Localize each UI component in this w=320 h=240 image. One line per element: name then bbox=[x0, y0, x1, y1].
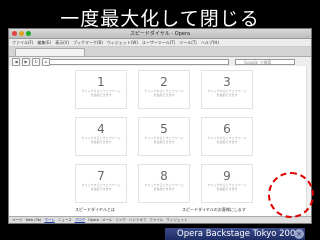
browser-window: スピードダイヤル - Opera ファイル(F) 編集(E) 表示(V) ブック… bbox=[8, 28, 312, 224]
menu-item-user-tools[interactable]: ユーザーツール(T) bbox=[142, 40, 175, 46]
cell-number: 3 bbox=[223, 75, 231, 89]
status-item[interactable]: Opera bbox=[88, 218, 99, 222]
address-field[interactable] bbox=[49, 59, 229, 65]
speed-dial-cell-5[interactable]: 5 クリックするとウェブページ を追加できます bbox=[138, 117, 190, 156]
cell-number: 1 bbox=[97, 75, 105, 89]
menu-item-file[interactable]: ファイル(F) bbox=[12, 40, 33, 46]
cell-hint: を追加できます bbox=[216, 187, 238, 191]
speed-dial-cell-6[interactable]: 6 クリックするとウェブページ を追加できます bbox=[201, 117, 253, 156]
cell-number: 2 bbox=[160, 75, 168, 89]
status-item[interactable]: リンク bbox=[115, 218, 126, 223]
cell-number: 7 bbox=[97, 169, 105, 183]
speed-dial-cell-2[interactable]: 2 クリックするとウェブページ を追加できます bbox=[138, 70, 190, 109]
menu-item-view[interactable]: 表示(V) bbox=[55, 40, 69, 46]
cell-hint: を追加できます bbox=[216, 93, 238, 97]
status-item[interactable]: ページ bbox=[12, 218, 22, 223]
status-item[interactable]: ホーム bbox=[44, 218, 54, 223]
speed-dial-cell-3[interactable]: 3 クリックするとウェブページ を追加できます bbox=[201, 70, 253, 109]
status-item[interactable]: メール bbox=[102, 218, 113, 223]
menu-item-bookmarks[interactable]: ブックマーク(B) bbox=[73, 40, 103, 46]
cell-number: 4 bbox=[97, 122, 105, 136]
search-field[interactable]: Google で検索 bbox=[235, 59, 295, 65]
status-item[interactable]: Web (3b) bbox=[25, 218, 41, 222]
speed-dial-cell-7[interactable]: 7 クリックするとウェブページ を追加できます bbox=[75, 164, 127, 203]
speed-dial-configure-link[interactable]: スピードダイヤルのお客様にします bbox=[182, 207, 246, 213]
cell-number: 9 bbox=[223, 169, 231, 183]
speed-dial-help-link[interactable]: スピードダイヤルとは bbox=[75, 207, 115, 213]
title-bar: スピードダイヤル - Opera bbox=[9, 29, 311, 39]
speed-dial-page: 1 クリックするとウェブページ を追加できます 2 クリックするとウェブページ … bbox=[9, 66, 311, 216]
status-bar: ページ Web (3b) ホーム ニュース ブログ Opera メール リンク … bbox=[9, 216, 311, 223]
close-icon[interactable]: × bbox=[294, 229, 304, 239]
cell-hint: を追加できます bbox=[153, 187, 175, 191]
cell-hint: を追加できます bbox=[90, 140, 112, 144]
window-title: スピードダイヤル - Opera bbox=[129, 31, 191, 37]
speed-dial-cell-4[interactable]: 4 クリックするとウェブページ を追加できます bbox=[75, 117, 127, 156]
cell-number: 5 bbox=[160, 122, 168, 136]
cell-hint: を追加できます bbox=[90, 93, 112, 97]
cell-hint: を追加できます bbox=[153, 140, 175, 144]
speed-dial-grid: 1 クリックするとウェブページ を追加できます 2 クリックするとウェブページ … bbox=[75, 70, 253, 206]
menu-item-edit[interactable]: 編集(E) bbox=[37, 40, 51, 46]
reload-icon[interactable]: ↻ bbox=[32, 58, 40, 66]
speed-dial-cell-8[interactable]: 8 クリックするとウェブページ を追加できます bbox=[138, 164, 190, 203]
status-item[interactable]: ウィジェット bbox=[166, 218, 187, 223]
cell-number: 6 bbox=[223, 122, 231, 136]
tab-speed-dial[interactable] bbox=[15, 48, 85, 56]
event-banner: Opera Backstage Tokyo 2008 bbox=[165, 228, 305, 240]
status-item[interactable]: ブログ bbox=[75, 218, 86, 223]
cell-number: 8 bbox=[160, 169, 168, 183]
forward-icon[interactable]: ▶ bbox=[22, 58, 30, 66]
status-item[interactable]: ハンドオフ bbox=[129, 218, 147, 223]
cell-hint: を追加できます bbox=[90, 187, 112, 191]
tab-bar bbox=[9, 47, 311, 57]
menu-item-help[interactable]: ヘルプ(H) bbox=[201, 40, 219, 46]
cell-hint: を追加できます bbox=[153, 93, 175, 97]
speed-dial-cell-9[interactable]: 9 クリックするとウェブページ を追加できます bbox=[201, 164, 253, 203]
back-icon[interactable]: ◀ bbox=[12, 58, 20, 66]
highlight-circle bbox=[268, 172, 314, 218]
menu-bar: ファイル(F) 編集(E) 表示(V) ブックマーク(B) ウィジェット(W) … bbox=[9, 39, 311, 47]
status-item[interactable]: ファイル bbox=[149, 218, 163, 223]
status-item[interactable]: ニュース bbox=[58, 218, 72, 223]
slide-headline: 一度最大化して閉じる bbox=[60, 8, 260, 30]
cell-hint: を追加できます bbox=[216, 140, 238, 144]
speed-dial-cell-1[interactable]: 1 クリックするとウェブページ を追加できます bbox=[75, 70, 127, 109]
menu-item-widgets[interactable]: ウィジェット(W) bbox=[107, 40, 138, 46]
menu-item-tools[interactable]: ツール(T) bbox=[179, 40, 197, 46]
